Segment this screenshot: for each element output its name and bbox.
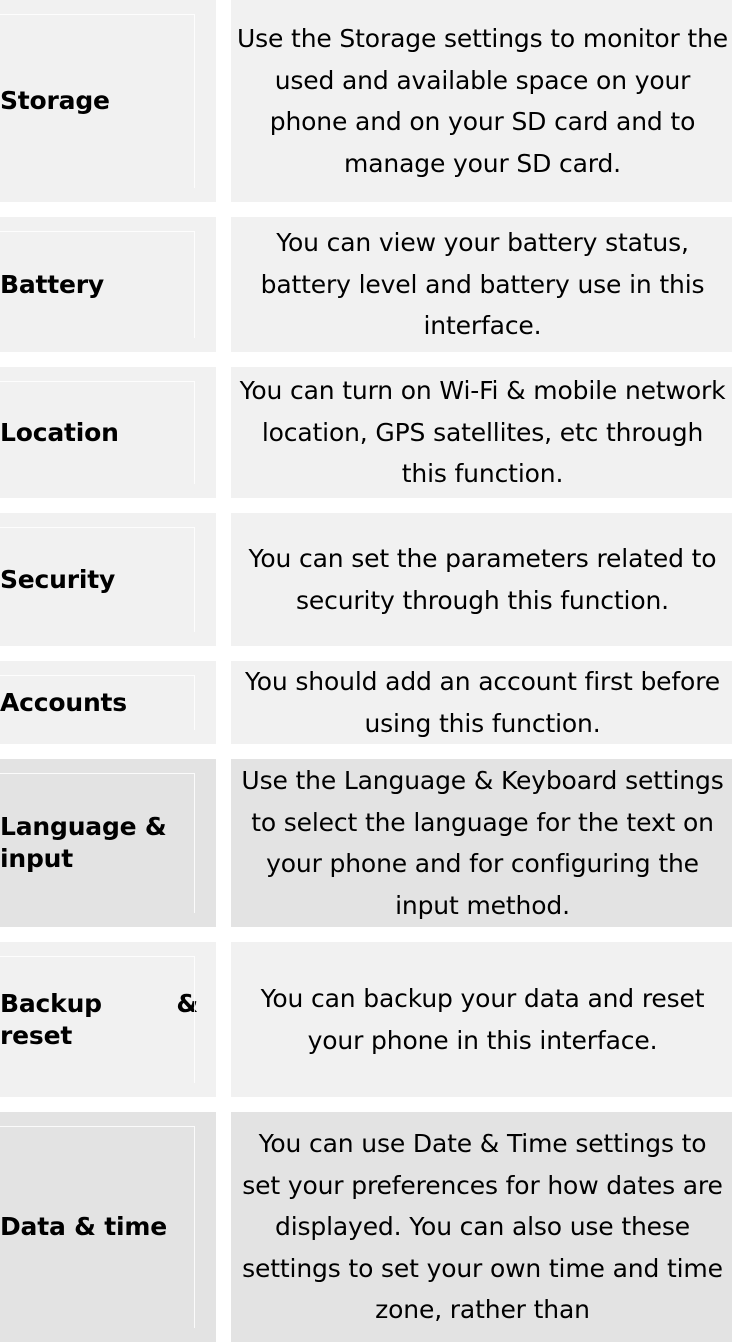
row-separator [0,498,732,513]
table-row: Data & time You can use Date & Time setti… [0,1112,732,1342]
setting-name-label: Accounts [0,687,127,717]
table-row: Accounts You should add an account first … [0,661,732,744]
setting-description-cell: Use the Language & Keyboard settings to … [231,759,732,927]
setting-name-label: Language & input [0,812,167,873]
column-separator [216,367,231,498]
table-row: Security You can set the parameters relat… [0,513,732,646]
setting-description-text: You should add an account first before u… [244,667,721,738]
row-separator [0,1097,732,1112]
setting-description-cell: You can use Date & Time settings to set … [231,1112,732,1342]
setting-name-cell: Language & input [0,759,216,927]
row-separator [0,202,732,217]
setting-name-label: Data & time [0,1212,167,1241]
setting-name-label: Location [0,417,119,447]
setting-name-cell: Security [0,513,216,646]
column-separator [216,1112,231,1342]
column-separator [216,661,231,744]
column-separator [216,513,231,646]
column-separator [216,0,231,202]
settings-reference-table: Storage Use the Storage settings to monit… [0,0,732,1342]
setting-description-text: Use the Language & Keyboard settings to … [241,766,724,920]
setting-name-label: Storage [0,86,110,115]
setting-description-cell: You can view your battery status, batter… [231,217,732,352]
setting-name-label: Backup & reset [0,988,198,1050]
setting-description-text: You can use Date & Time settings to set … [242,1129,723,1325]
setting-description-cell: You should add an account first before u… [231,661,732,744]
row-separator [0,744,732,759]
setting-description-text: You can set the parameters related to se… [248,544,717,615]
table-row: Location You can turn on Wi-Fi & mobile n… [0,367,732,498]
column-separator [216,217,231,352]
row-separator [0,927,732,942]
table-row: Language & input Use the Language & Keybo… [0,759,732,927]
column-separator [216,942,231,1097]
setting-name-cell: Accounts [0,661,216,744]
table-row: Backup & reset You can backup your data a… [0,942,732,1097]
setting-description-cell: Use the Storage settings to monitor the … [231,0,732,202]
setting-name-cell: Backup & reset [0,942,216,1097]
setting-name-cell: Data & time [0,1112,216,1342]
table-row: Battery You can view your battery status,… [0,217,732,352]
setting-description-text: You can view your battery status, batter… [260,228,705,341]
setting-description-cell: You can set the parameters related to se… [231,513,732,646]
table-row: Storage Use the Storage settings to monit… [0,0,732,202]
row-separator [0,352,732,367]
setting-description-text: You can backup your data and reset your … [260,984,705,1055]
setting-name-label: Battery [0,269,105,299]
setting-description-text: Use the Storage settings to monitor the … [237,24,729,178]
column-separator [216,759,231,927]
setting-description-cell: You can backup your data and reset your … [231,942,732,1097]
setting-name-cell: Storage [0,0,216,202]
setting-name-cell: Battery [0,217,216,352]
setting-description-cell: You can turn on Wi-Fi & mobile network l… [231,367,732,498]
setting-name-cell: Location [0,367,216,498]
setting-description-text: You can turn on Wi-Fi & mobile network l… [239,376,726,489]
row-separator [0,646,732,661]
setting-name-label: Security [0,564,116,594]
